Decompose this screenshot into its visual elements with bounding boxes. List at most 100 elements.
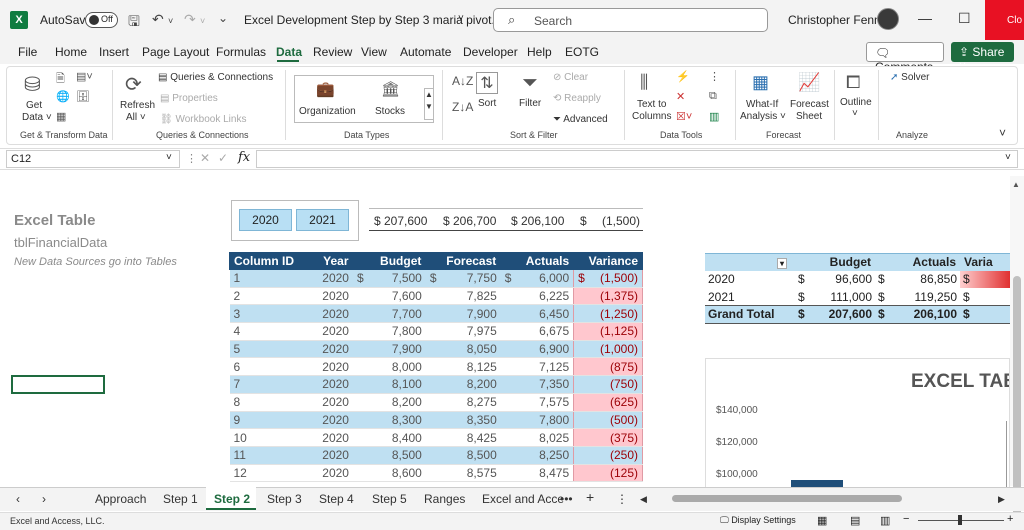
header-column-id[interactable]: Column ID — [229, 252, 303, 270]
pivot-cell-actuals[interactable]: $119,250 — [875, 288, 960, 306]
cell-forecast[interactable]: 8,050 — [425, 340, 501, 359]
normal-view-icon[interactable]: ▦ — [817, 514, 827, 527]
menu-page-layout[interactable]: Page Layout — [142, 45, 209, 59]
cell-budget[interactable]: 8,400 — [352, 428, 426, 447]
header-year[interactable]: Year — [301, 252, 354, 270]
what-if-dropdown[interactable]: Analysis ˅ — [740, 111, 786, 122]
cell-forecast[interactable]: 8,575 — [425, 464, 501, 483]
slicer-item-2021[interactable]: 2021 — [296, 209, 349, 231]
cell-year[interactable]: 2020 — [302, 304, 353, 324]
workbook-links-button[interactable]: ⛓ Workbook Links — [160, 114, 246, 125]
relationships-icon[interactable]: ⧉ — [709, 90, 717, 103]
menu-developer[interactable]: Developer — [463, 45, 518, 59]
pivot-row-label[interactable]: 2020 — [705, 271, 795, 289]
cell-column-id[interactable]: 4 — [229, 322, 303, 341]
tab-step-4[interactable]: Step 4 — [319, 492, 354, 506]
add-sheet-icon[interactable]: + — [586, 489, 594, 505]
cell-actuals[interactable]: $6,000 — [500, 269, 574, 288]
cell-column-id[interactable]: 7 — [229, 375, 303, 394]
name-box[interactable]: C12 — [6, 150, 180, 168]
cell-forecast[interactable]: 8,125 — [425, 357, 501, 377]
from-web-icon[interactable]: 🌐 — [56, 90, 70, 103]
organization-button[interactable]: Organization — [299, 106, 356, 117]
cell-variance[interactable]: (125) — [573, 464, 643, 483]
flash-fill-icon[interactable]: ⚡ — [676, 70, 690, 83]
pivot-cell-budget[interactable]: $96,600 — [795, 271, 875, 289]
menu-automate[interactable]: Automate — [400, 45, 451, 59]
scroll-up-icon[interactable]: ▲ — [1012, 180, 1020, 189]
vertical-scrollbar[interactable]: ▲ — [1010, 176, 1024, 516]
forecast-label[interactable]: Forecast — [790, 99, 829, 110]
cell-budget[interactable]: 7,600 — [352, 287, 426, 306]
get-data-label[interactable]: Get — [26, 100, 42, 111]
cancel-icon[interactable]: ✕ — [200, 151, 210, 165]
remove-duplicates-icon[interactable]: ✕ — [676, 90, 685, 103]
pivot-row-label[interactable]: 2021 — [705, 288, 795, 306]
title-dropdown-icon[interactable]: ˅ — [458, 13, 464, 24]
cell-year[interactable]: 2020 — [302, 411, 353, 430]
cell-column-id[interactable]: 10 — [229, 428, 303, 447]
pivot-row-label[interactable]: Grand Total — [705, 305, 795, 324]
tab-step-1[interactable]: Step 1 — [163, 492, 198, 506]
tab-step-5[interactable]: Step 5 — [372, 492, 407, 506]
undo-dropdown-icon[interactable]: ˅ — [168, 16, 173, 26]
name-box-dropdown-icon[interactable]: ˅ — [166, 152, 172, 163]
close-button[interactable]: Clo — [985, 0, 1024, 40]
consolidate-icon[interactable]: ⋮ — [709, 70, 720, 83]
customize-qat-icon[interactable]: ⌄ — [218, 11, 228, 25]
cell-actuals[interactable]: 7,800 — [500, 411, 574, 430]
cell-year[interactable]: 2020 — [302, 375, 353, 394]
cell-column-id[interactable]: 3 — [229, 304, 303, 324]
cell-budget[interactable]: $7,500 — [352, 269, 426, 288]
cell-column-id[interactable]: 1 — [229, 269, 303, 288]
cell-forecast[interactable]: 8,275 — [425, 393, 501, 412]
cell-year[interactable]: 2020 — [302, 446, 353, 465]
data-types-scroll[interactable]: ▲ ▼ — [424, 88, 434, 120]
refresh-all-label[interactable]: Refresh — [120, 100, 155, 111]
cell-actuals[interactable]: 7,125 — [500, 357, 574, 377]
cell-year[interactable]: 2020 — [302, 357, 353, 377]
cell-variance[interactable]: (625) — [573, 393, 643, 412]
undo-icon[interactable]: ↶ — [152, 11, 164, 28]
refresh-all-dropdown[interactable]: All ˅ — [126, 112, 146, 123]
cell-variance[interactable]: (875) — [573, 357, 643, 377]
cell-column-id[interactable]: 5 — [229, 340, 303, 359]
properties-button[interactable]: ▤ Properties — [160, 93, 218, 104]
header-variance[interactable]: Variance — [573, 252, 643, 270]
table-row[interactable]: 2 2020 7,600 7,825 6,225 (1,375) — [229, 287, 643, 306]
comments-button[interactable]: 🗨 Comments — [866, 42, 944, 74]
tab-step-3[interactable]: Step 3 — [267, 492, 302, 506]
table-row[interactable]: 8 2020 8,200 8,275 7,575 (625) — [229, 393, 643, 412]
cell-forecast[interactable]: 7,975 — [425, 322, 501, 341]
search-box[interactable]: ⌕ Search — [493, 8, 768, 32]
pivot-row[interactable]: 2020 $96,600 $86,850 $ — [705, 270, 1010, 289]
menu-eotg[interactable]: EOTG — [565, 45, 599, 59]
table-row[interactable]: 4 2020 7,800 7,975 6,675 (1,125) — [229, 322, 643, 341]
cell-budget[interactable]: 8,500 — [352, 446, 426, 465]
minimize-icon[interactable]: — — [918, 10, 932, 26]
table-row[interactable]: 6 2020 8,000 8,125 7,125 (875) — [229, 357, 643, 377]
what-if-label[interactable]: What-If — [746, 99, 778, 110]
from-table-icon[interactable]: ▦ — [56, 110, 66, 123]
pivot-cell-variance[interactable]: $ — [960, 270, 1010, 288]
enter-icon[interactable]: ✓ — [218, 151, 228, 165]
cell-budget[interactable]: 8,100 — [352, 375, 426, 394]
maximize-icon[interactable]: ☐ — [958, 10, 971, 27]
sort-za-icon[interactable]: Z↓A — [452, 100, 473, 114]
cell-year[interactable]: 2020 — [302, 464, 353, 483]
page-break-view-icon[interactable]: ▥ — [880, 514, 890, 527]
cell-forecast[interactable]: 7,900 — [425, 304, 501, 324]
get-data-dropdown[interactable]: Data ˅ — [22, 112, 52, 123]
cell-actuals[interactable]: 6,675 — [500, 322, 574, 341]
pivot-cell-budget[interactable]: $111,000 — [795, 288, 875, 306]
pivot-header-variance[interactable]: Varia — [960, 253, 1010, 271]
cell-forecast[interactable]: $7,750 — [425, 269, 501, 288]
tab-step-2[interactable]: Step 2 — [214, 492, 250, 506]
table-row[interactable]: 5 2020 7,900 8,050 6,900 (1,000) — [229, 340, 643, 359]
cell-variance[interactable]: (500) — [573, 411, 643, 430]
menu-review[interactable]: Review — [313, 45, 352, 59]
cell-forecast[interactable]: 8,200 — [425, 375, 501, 394]
menu-data[interactable]: Data — [276, 45, 302, 59]
cell-year[interactable]: 2020 — [302, 393, 353, 412]
cell-actuals[interactable]: 8,475 — [500, 464, 574, 483]
